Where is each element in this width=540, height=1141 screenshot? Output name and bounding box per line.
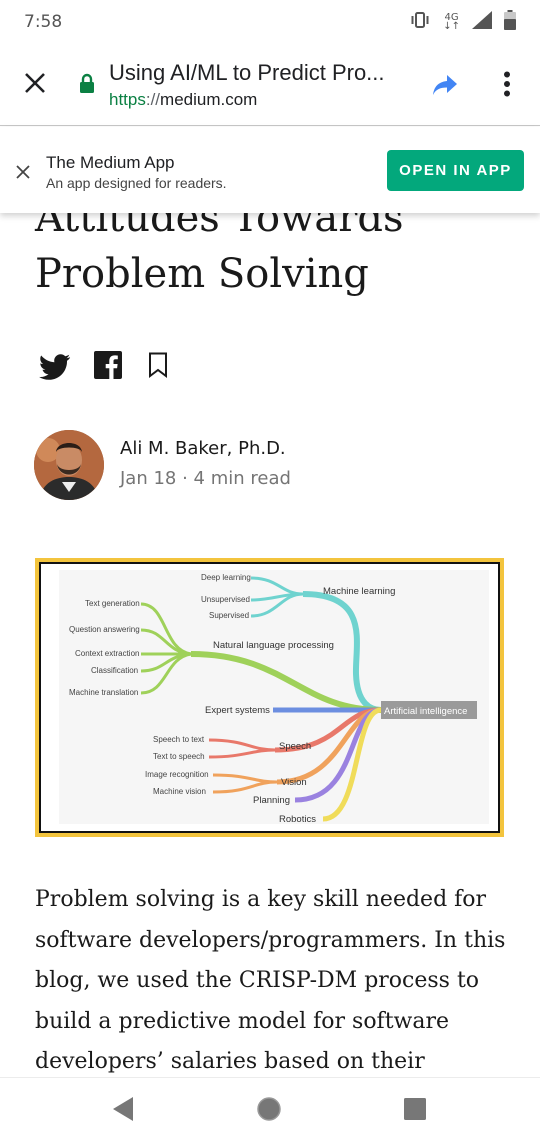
label-text-generation: Text generation (85, 599, 140, 608)
more-vert-icon (504, 71, 510, 97)
label-question-answering: Question answering (69, 625, 140, 634)
label-ai: Artificial intelligence (384, 706, 467, 717)
label-context-extraction: Context extraction (75, 649, 139, 658)
status-icons: 4G ↓↑ (409, 9, 516, 35)
battery-icon (504, 9, 516, 35)
label-planning: Planning (253, 795, 290, 806)
label-unsupervised: Unsupervised (201, 595, 250, 604)
bookmark-button[interactable] (146, 350, 170, 380)
label-machine-vision: Machine vision (153, 787, 206, 796)
label-nlp: Natural language processing (213, 640, 334, 651)
nav-back-button[interactable] (108, 1094, 138, 1124)
label-machine-translation: Machine translation (69, 688, 138, 697)
ai-mind-map: Artificial intelligence Deep learning Un… (39, 562, 500, 833)
article-meta: Jan 18 · 4 min read (120, 468, 291, 489)
home-circle-icon (257, 1097, 281, 1121)
url-host: medium.com (160, 90, 258, 109)
label-expert-systems: Expert systems (205, 705, 270, 716)
twitter-icon (39, 354, 71, 380)
article-body-paragraph: Problem solving is a key skill needed fo… (35, 887, 506, 1074)
url-scheme: https (109, 90, 146, 109)
label-image-recognition: Image recognition (145, 770, 209, 779)
avatar[interactable] (34, 430, 104, 500)
author-name[interactable]: Ali M. Baker, Ph.D. (120, 438, 286, 459)
banner-title: The Medium App (46, 153, 175, 172)
lock-icon (78, 72, 96, 94)
status-time: 7:58 (24, 12, 63, 32)
bookmark-icon (149, 352, 167, 378)
status-bar: 7:58 4G ↓↑ (0, 0, 540, 44)
close-icon (16, 165, 30, 179)
mind-map-diagram: Artificial intelligence Deep learning Un… (59, 570, 489, 825)
close-icon (25, 73, 45, 93)
url-bar[interactable]: https://medium.com (109, 90, 257, 110)
facebook-share-button[interactable] (93, 350, 123, 380)
back-triangle-icon (113, 1097, 133, 1121)
label-text-to-speech: Text to speech (153, 752, 205, 761)
label-speech: Speech (279, 741, 311, 752)
app-banner: The Medium App An app designed for reade… (0, 127, 540, 213)
label-vision: Vision (281, 777, 307, 788)
more-options-button[interactable] (492, 66, 522, 102)
label-deep-learning: Deep learning (201, 573, 251, 582)
author-photo (34, 430, 104, 500)
share-icon (433, 75, 457, 95)
article-figure[interactable]: Artificial intelligence Deep learning Un… (35, 558, 504, 837)
label-classification: Classification (91, 666, 138, 675)
twitter-share-button[interactable] (38, 350, 72, 384)
label-supervised: Supervised (209, 611, 249, 620)
browser-toolbar: Using AI/ML to Predict Pro... https://me… (0, 44, 540, 126)
label-robotics: Robotics (279, 814, 316, 825)
banner-close-button[interactable] (10, 159, 36, 185)
open-in-app-button[interactable]: OPEN IN APP (387, 150, 524, 191)
recents-square-icon (404, 1098, 426, 1120)
close-tab-button[interactable] (18, 66, 52, 100)
banner-subtitle: An app designed for readers. (46, 175, 227, 191)
vibrate-icon (409, 11, 431, 34)
nav-home-button[interactable] (254, 1094, 284, 1124)
url-separator: :// (145, 90, 161, 109)
label-speech-to-text: Speech to text (153, 735, 205, 744)
label-machine-learning: Machine learning (323, 586, 395, 597)
network-type: 4G ↓↑ (443, 12, 460, 32)
signal-icon (472, 10, 492, 34)
share-button[interactable] (428, 68, 462, 102)
system-nav-bar (0, 1077, 540, 1141)
page-title[interactable]: Using AI/ML to Predict Pro... (109, 60, 409, 86)
nav-recents-button[interactable] (400, 1094, 430, 1124)
facebook-icon (94, 351, 122, 379)
